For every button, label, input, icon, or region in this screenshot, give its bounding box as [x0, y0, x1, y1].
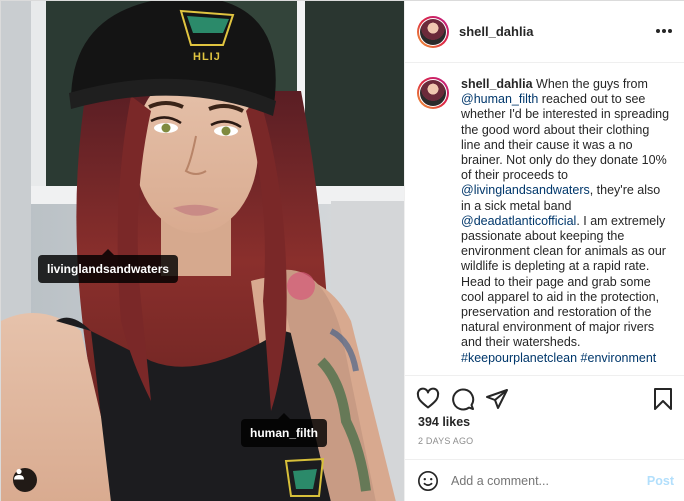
mention-deadatlanticofficial[interactable]: @deadatlanticofficial — [461, 214, 576, 228]
caption-area: shell_dahlia When the guys from @human_f… — [405, 63, 684, 375]
comment-bar: Post — [405, 459, 684, 501]
avatar[interactable] — [417, 15, 449, 48]
caption-username[interactable]: shell_dahlia — [461, 77, 533, 91]
post-side-panel: shell_dahlia shell_dahlia When the guys … — [404, 1, 684, 501]
more-dots-icon[interactable] — [656, 21, 672, 41]
post-header: shell_dahlia — [405, 1, 684, 63]
person-icon — [14, 468, 24, 480]
mention-human-filth[interactable]: @human_filth — [461, 92, 538, 106]
action-bar — [405, 375, 684, 419]
post-comment-button[interactable]: Post — [647, 474, 674, 488]
heart-icon[interactable] — [416, 387, 440, 411]
caption-avatar[interactable] — [417, 77, 449, 109]
photo-tag-livinglandsandwaters[interactable]: livinglandsandwaters — [38, 249, 179, 283]
caption-hashtags[interactable]: #keepourplanetclean #environment — [461, 351, 656, 365]
post-photo[interactable]: HLIJ livinglandsandwaters human_filth — [1, 1, 404, 501]
post-timestamp[interactable]: 2 DAYS AGO — [418, 436, 473, 446]
user-tags-button[interactable] — [13, 468, 37, 492]
comment-input[interactable] — [451, 474, 647, 488]
beanie-text: HLIJ — [193, 51, 221, 63]
like-count[interactable]: 394 likes — [418, 415, 470, 429]
comment-icon[interactable] — [451, 387, 475, 411]
mention-livinglandsandwaters[interactable]: @livinglandsandwaters — [461, 183, 590, 197]
photo-tag-human-filth[interactable]: human_filth — [241, 413, 327, 447]
caption-segment: When the guys from — [532, 77, 648, 91]
selfie-image — [1, 1, 404, 501]
caption-segment: . I am extremely passionate about keepin… — [461, 213, 666, 350]
caption-text: shell_dahlia When the guys from @human_f… — [461, 77, 672, 375]
paper-plane-icon[interactable] — [485, 387, 509, 411]
header-username[interactable]: shell_dahlia — [459, 24, 533, 39]
post-dialog: HLIJ livinglandsandwaters human_filth sh… — [0, 0, 684, 501]
smiley-icon[interactable] — [417, 470, 439, 492]
bookmark-icon[interactable] — [651, 387, 675, 411]
